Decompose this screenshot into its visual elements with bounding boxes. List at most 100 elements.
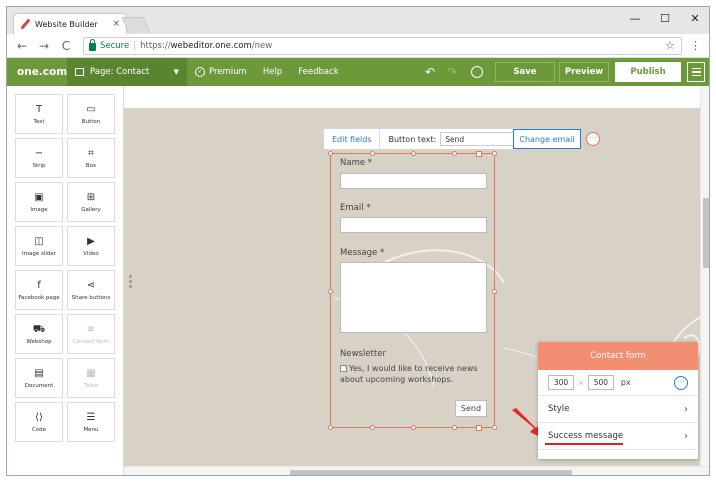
tool-document[interactable]: ▤ Document [15, 358, 63, 398]
move-handle[interactable] [476, 151, 482, 157]
tool-label: Strip [32, 162, 46, 169]
save-button[interactable]: Save [495, 62, 555, 82]
horizontal-scrollbar[interactable] [124, 466, 709, 475]
share-buttons-icon: ⋖ [86, 279, 96, 291]
tool-label: Text [33, 118, 45, 125]
tool-label: Video [83, 250, 99, 257]
tool-text[interactable]: T Text [15, 94, 63, 134]
minimize-icon[interactable]: — [627, 11, 643, 27]
send-button[interactable]: Send [455, 400, 487, 417]
vertical-scroll-thumb[interactable] [703, 198, 709, 268]
url-separator: | [133, 40, 137, 51]
name-field[interactable] [340, 173, 487, 189]
help-link[interactable]: Help [255, 67, 290, 77]
undo-icon[interactable]: ↶ [419, 65, 441, 79]
tool-webshop[interactable]: ⛟ Webshop [15, 314, 63, 354]
document-icon: ▤ [34, 367, 44, 379]
feedback-link[interactable]: Feedback [290, 67, 346, 77]
tool-label: Webshop [26, 338, 52, 345]
change-email-button[interactable]: Change email [513, 129, 581, 149]
premium-link[interactable]: ✓ Premium [187, 67, 255, 77]
tool-label: Contact form [73, 338, 109, 345]
move-handle[interactable] [476, 425, 482, 431]
one-com-logo[interactable]: one.com [7, 66, 67, 78]
tool-code[interactable]: ⟨⟩ Code [15, 402, 63, 442]
contact-form[interactable]: Name * Email * Message * Newsletter Yes,… [328, 151, 497, 431]
resize-handle[interactable] [370, 425, 375, 430]
tool-facebook-page[interactable]: f Facebook page [15, 270, 63, 310]
resize-handle[interactable] [411, 425, 416, 430]
resize-handle[interactable] [411, 151, 416, 156]
style-label: Style [548, 404, 570, 414]
reload-icon[interactable]: C [59, 39, 73, 53]
history-clock-icon[interactable] [471, 66, 483, 78]
edit-fields-button[interactable]: Edit fields [324, 129, 381, 149]
tool-box[interactable]: ⌗ Box [67, 138, 115, 178]
resize-handle[interactable] [492, 289, 497, 294]
tool-label: Document [24, 382, 54, 389]
browser-menu-icon[interactable]: ⋮ [690, 39, 701, 52]
tool-label: Image slider [21, 250, 57, 257]
resize-handle[interactable] [370, 151, 375, 156]
unit-label: px [620, 378, 631, 387]
email-field[interactable] [340, 217, 487, 233]
tool-menu[interactable]: ☰ Menu [67, 402, 115, 442]
resize-handle[interactable] [328, 151, 333, 156]
back-icon[interactable]: ← [15, 39, 29, 53]
tool-video[interactable]: ▶ Video [67, 226, 115, 266]
tool-image[interactable]: ▣ Image [15, 182, 63, 222]
page-select-label: Page: Contact [90, 67, 150, 77]
window-controls: — ☐ ✕ [627, 11, 703, 27]
publish-button[interactable]: Publish [615, 62, 681, 82]
resize-handle[interactable] [492, 151, 497, 156]
tool-gallery[interactable]: ⊞ Gallery [67, 182, 115, 222]
button-text-input[interactable]: Send [440, 132, 521, 146]
email-label: Email * [340, 203, 371, 213]
tool-contact-form[interactable]: ≡ Contact form [67, 314, 115, 354]
more-options-icon[interactable]: ··· [586, 132, 600, 146]
browser-tab[interactable]: Website Builder × [13, 13, 127, 34]
style-row[interactable]: Style › [538, 396, 698, 423]
bookmark-star-icon[interactable]: ☆ [665, 39, 675, 52]
forward-icon[interactable]: → [37, 39, 51, 53]
button-icon: ▭ [86, 103, 96, 115]
newsletter-checkbox[interactable] [340, 365, 347, 372]
vertical-scrollbar[interactable] [700, 86, 709, 466]
close-window-icon[interactable]: ✕ [687, 11, 703, 27]
tool-button[interactable]: ▭ Button [67, 94, 115, 134]
maximize-icon[interactable]: ☐ [657, 11, 673, 27]
width-input[interactable]: 300 [548, 375, 574, 390]
success-message-row[interactable]: Success message › [538, 423, 698, 450]
newsletter-option[interactable]: Yes, I would like to receive news about … [340, 363, 490, 385]
hamburger-menu-icon[interactable] [687, 62, 705, 82]
settings-panel-title: Contact form [538, 342, 698, 370]
contact-form-icon: ≡ [86, 323, 96, 335]
tab-bar: Website Builder × — ☐ ✕ [7, 7, 709, 34]
horizontal-scroll-thumb[interactable] [290, 470, 572, 475]
elements-panel: T Text ▭ Button − Strip ⌗ Box ▣ Image ⊞ Gallery ◫ Ima… [7, 86, 124, 475]
box-icon: ⌗ [88, 147, 94, 159]
tool-strip[interactable]: − Strip [15, 138, 63, 178]
tool-image-slider[interactable]: ◫ Image slider [15, 226, 63, 266]
preview-button[interactable]: Preview [559, 62, 609, 82]
height-input[interactable]: 500 [587, 375, 614, 390]
resize-handle[interactable] [452, 425, 457, 430]
resize-handle[interactable] [452, 151, 457, 156]
panel-resize-handle[interactable] [129, 275, 132, 289]
tool-share-buttons[interactable]: ⋖ Share buttons [67, 270, 115, 310]
menu-icon: ☰ [86, 411, 96, 423]
secure-label: Secure [100, 40, 130, 51]
resize-handle[interactable] [328, 289, 333, 294]
redo-icon[interactable]: ↷ [441, 65, 463, 79]
url-input[interactable]: Secure | https:// webeditor.one.com /new… [83, 36, 682, 55]
message-field[interactable] [340, 262, 487, 333]
toolbar-right: ↶ ↷ Save Preview Publish [419, 58, 709, 86]
resize-handle[interactable] [492, 425, 497, 430]
tab-close-icon[interactable]: × [112, 19, 120, 29]
tool-label: Menu [83, 426, 99, 433]
resize-handle[interactable] [328, 425, 333, 430]
size-more-icon[interactable]: ··· [674, 375, 688, 390]
tool-label: Facebook page [18, 294, 60, 301]
tool-table[interactable]: ▦ Table [67, 358, 115, 398]
page-select-dropdown[interactable]: Page: Contact ▼ [67, 58, 187, 86]
